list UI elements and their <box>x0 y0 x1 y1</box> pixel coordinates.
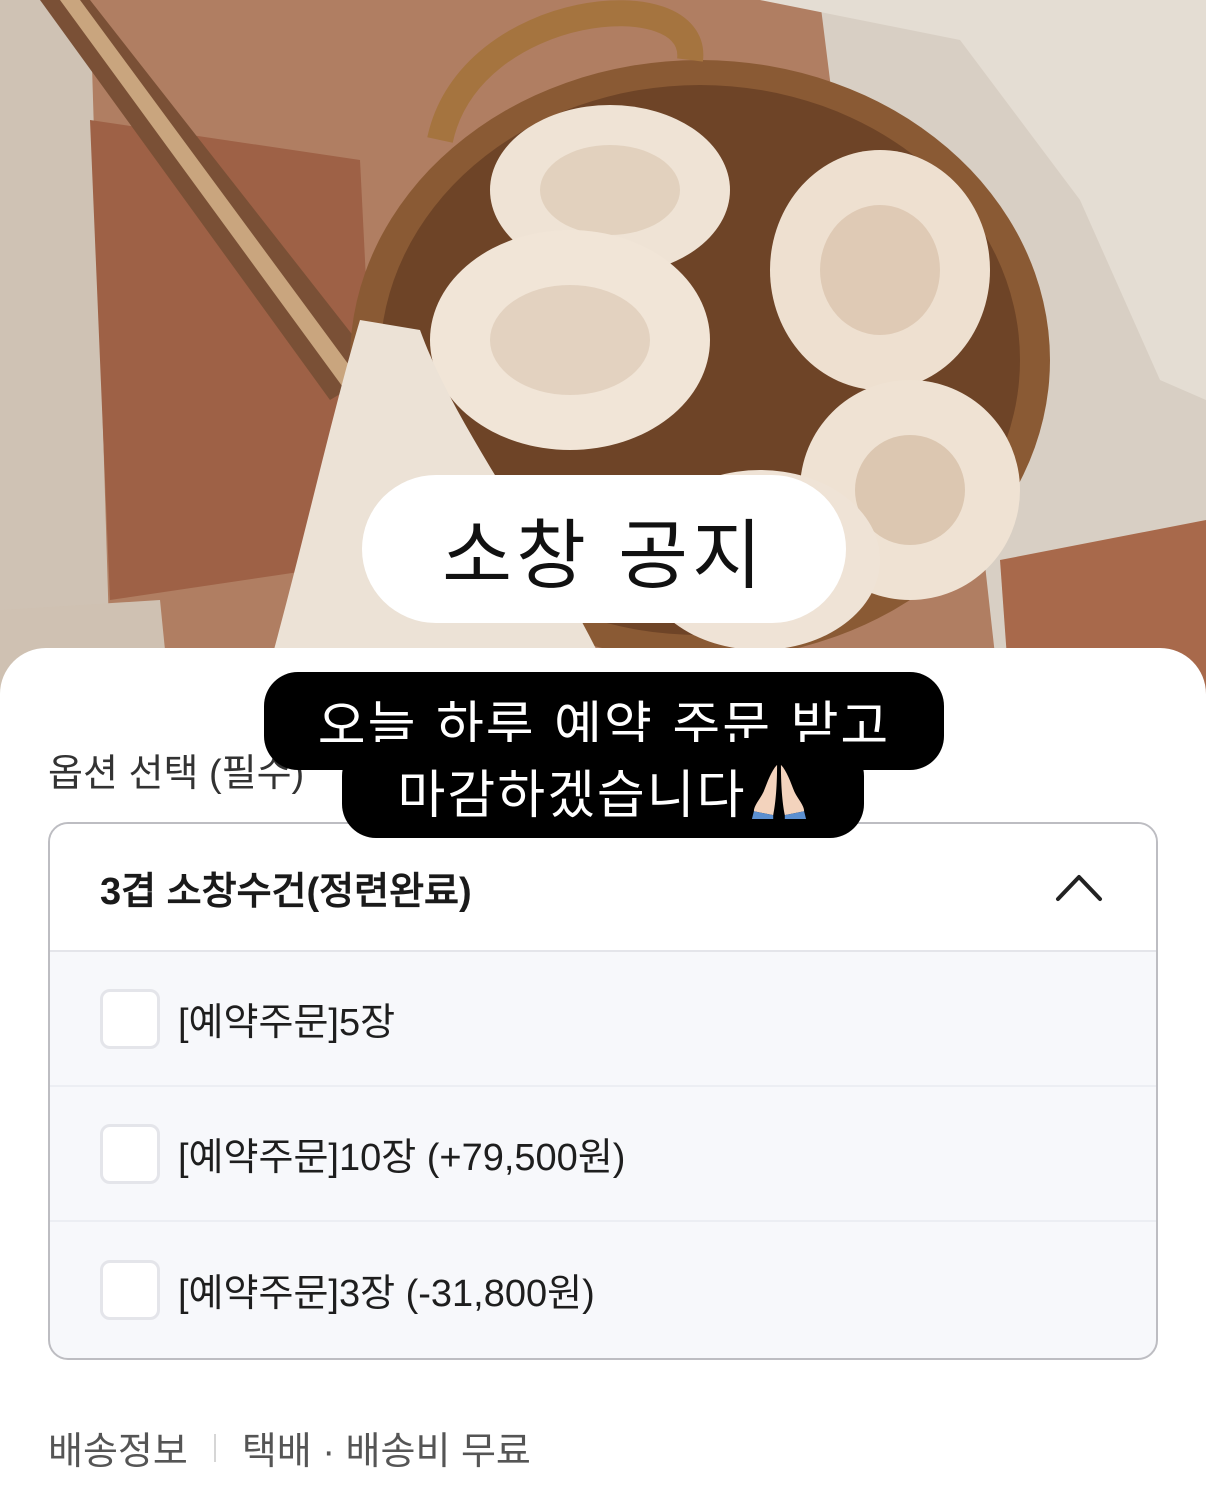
caption-line-2-text: 마감하겠습니다 <box>397 765 747 826</box>
delivery-label: 배송정보 <box>48 1431 188 1473</box>
option-item-label: [예약주문]3장 (-31,800원) <box>178 1273 595 1315</box>
option-item-label: [예약주문]5장 <box>178 1002 396 1044</box>
chevron-up-icon[interactable] <box>1054 872 1104 902</box>
dropdown-selected-title: 3겹 소창수건(정련완료) <box>100 870 472 913</box>
delivery-divider <box>213 1433 216 1462</box>
caption-line-2: 마감하겠습니다 <box>342 742 864 838</box>
notice-title-sticker: 소창 공지 <box>362 475 846 623</box>
option-item[interactable]: [예약주문]5장 <box>50 952 1156 1087</box>
dropdown-header[interactable]: 3겹 소창수건(정련완료) <box>50 824 1156 952</box>
delivery-value: 택배 · 배송비 무료 <box>241 1431 531 1473</box>
option-label: 옵션 선택 (필수) <box>48 753 305 795</box>
option-checkbox[interactable] <box>100 988 160 1049</box>
option-item[interactable]: [예약주문]10장 (+79,500원) <box>50 1087 1156 1222</box>
option-dropdown: 3겹 소창수건(정련완료) [예약주문]5장 [예약주문]10장 (+79,50… <box>48 822 1158 1360</box>
option-checkbox[interactable] <box>100 1123 160 1184</box>
pray-hands-icon <box>752 764 807 819</box>
option-item[interactable]: [예약주문]3장 (-31,800원) <box>50 1222 1156 1357</box>
option-checkbox[interactable] <box>100 1259 160 1320</box>
delivery-info: 배송정보 택배 · 배송비 무료 <box>48 1420 531 1475</box>
option-item-label: [예약주문]10장 (+79,500원) <box>178 1137 626 1179</box>
